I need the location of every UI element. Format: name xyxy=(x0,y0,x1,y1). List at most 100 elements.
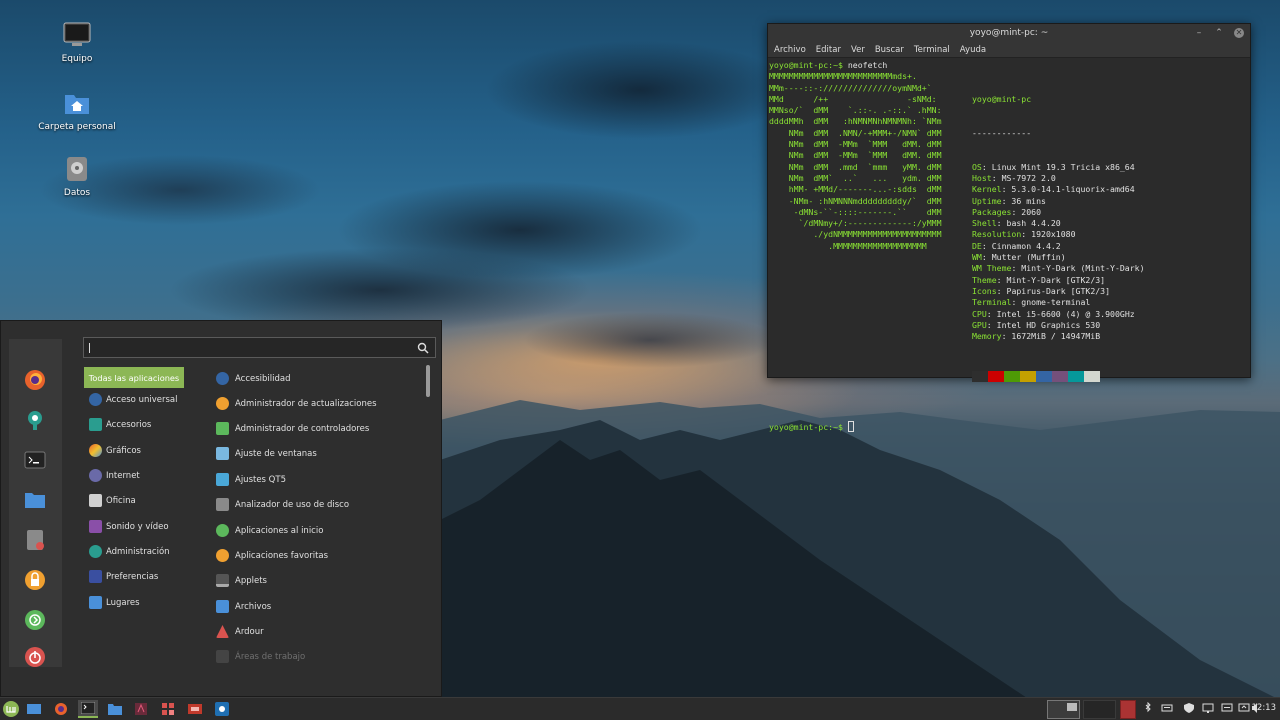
close-icon[interactable]: ✕ xyxy=(1234,28,1244,38)
files-icon[interactable] xyxy=(22,487,48,513)
terminal-icon[interactable] xyxy=(22,447,48,473)
desktop-icon-datos[interactable]: Datos xyxy=(32,156,122,198)
menu-ayuda[interactable]: Ayuda xyxy=(960,45,986,55)
ardour-icon xyxy=(216,625,229,638)
shutdown-icon[interactable] xyxy=(22,644,48,670)
app-aplicaciones-inicio[interactable]: Aplicaciones al inicio xyxy=(216,520,421,541)
window-settings-icon xyxy=(216,447,229,460)
keyboard-icon[interactable] xyxy=(1161,702,1173,714)
taskbar-files[interactable] xyxy=(105,700,125,718)
desktop-icon-home[interactable]: Carpeta personal xyxy=(32,90,122,132)
notifications-icon[interactable] xyxy=(1221,702,1233,714)
mint-menu-button[interactable] xyxy=(1,700,21,718)
firefox-icon[interactable] xyxy=(22,367,48,393)
clock[interactable]: 12:13 xyxy=(1252,703,1277,713)
menu-archivo[interactable]: Archivo xyxy=(774,45,806,55)
taskbar-app-b[interactable] xyxy=(158,700,178,718)
shield-icon[interactable] xyxy=(1183,702,1195,714)
category-accesorios[interactable]: Accesorios xyxy=(84,414,184,435)
category-preferencias[interactable]: Preferencias xyxy=(84,566,184,587)
info-key: Packages xyxy=(972,206,1012,217)
category-internet[interactable]: Internet xyxy=(84,465,184,486)
info-value: : 2060 xyxy=(1011,206,1042,217)
prompt: yoyo@mint-pc:~$ xyxy=(769,421,843,432)
app-a-icon xyxy=(135,703,147,715)
disk-usage-icon[interactable] xyxy=(22,527,48,553)
category-label: Lugares xyxy=(106,597,140,608)
info-key: Memory xyxy=(972,331,1002,342)
maximize-icon[interactable]: ⌃ xyxy=(1214,24,1224,42)
workspace-2[interactable] xyxy=(1083,700,1116,719)
workspaces-icon xyxy=(216,650,229,663)
terminal-output[interactable]: yoyo@mint-pc:~$ neofetch MMMMMMMMMMMMMMM… xyxy=(768,58,1250,435)
info-key: Shell xyxy=(972,218,997,229)
category-oficina[interactable]: Oficina xyxy=(84,490,184,511)
app-ajuste-ventanas[interactable]: Ajuste de ventanas xyxy=(216,443,421,464)
app-accesibilidad[interactable]: Accesibilidad xyxy=(216,368,421,389)
network-icon[interactable] xyxy=(1238,702,1250,714)
workspace-app-indicator[interactable] xyxy=(1120,700,1136,719)
taskbar-app-d[interactable] xyxy=(212,700,232,718)
info-key: DE xyxy=(972,240,982,251)
apps-scrollbar[interactable] xyxy=(426,365,430,397)
show-desktop-button[interactable] xyxy=(24,700,44,718)
info-value: : Intel HD Graphics 530 xyxy=(986,319,1101,330)
category-graficos[interactable]: Gráficos xyxy=(84,440,184,461)
app-areas-trabajo[interactable]: Áreas de trabajo xyxy=(216,646,421,667)
info-row: DE: Cinnamon 4.4.2 xyxy=(972,241,1145,252)
category-sonido-video[interactable]: Sonido y vídeo xyxy=(84,516,184,537)
app-administrador-controladores[interactable]: Administrador de controladores xyxy=(216,418,421,439)
app-label: Ajuste de ventanas xyxy=(235,448,317,459)
menu-editar[interactable]: Editar xyxy=(816,45,841,55)
app-c-icon xyxy=(188,704,202,714)
logo-line: NMm dMM -MMm `MMM dMM. dMM xyxy=(769,139,942,150)
taskbar-firefox[interactable] xyxy=(51,700,71,718)
app-administrador-actualizaciones[interactable]: Administrador de actualizaciones xyxy=(216,393,421,414)
menu-ver[interactable]: Ver xyxy=(851,45,865,55)
menu-terminal[interactable]: Terminal xyxy=(914,45,950,55)
app-b-icon xyxy=(162,703,174,715)
category-lugares[interactable]: Lugares xyxy=(84,592,184,613)
terminal-titlebar[interactable]: yoyo@mint-pc: ~ – ⌃ ✕ xyxy=(768,24,1250,42)
info-key: WM Theme xyxy=(972,263,1012,274)
display-icon[interactable] xyxy=(1202,702,1214,714)
logo-line: ddddMMh dMM :hNMNMNhNMNMNh: `NMm xyxy=(769,116,942,127)
palette-swatch xyxy=(1052,371,1068,383)
app-label: Aplicaciones favoritas xyxy=(235,550,329,561)
category-all[interactable]: Todas las aplicaciones xyxy=(84,367,184,388)
search-input[interactable] xyxy=(83,337,436,358)
app-analizador-disco[interactable]: Analizador de uso de disco xyxy=(216,494,421,515)
category-label: Acceso universal xyxy=(106,394,178,405)
app-applets[interactable]: Applets xyxy=(216,570,421,591)
app-ajustes-qt5[interactable]: Ajustes QT5 xyxy=(216,469,421,490)
menu-buscar[interactable]: Buscar xyxy=(875,45,904,55)
minimize-icon[interactable]: – xyxy=(1194,24,1204,42)
info-row: Packages: 2060 xyxy=(972,207,1145,218)
app-d-icon xyxy=(215,702,229,716)
lock-screen-icon[interactable] xyxy=(22,567,48,593)
mintinstall-icon[interactable] xyxy=(22,407,48,433)
taskbar-terminal[interactable] xyxy=(78,700,98,718)
app-ardour[interactable]: Ardour xyxy=(216,621,421,642)
logo-line: MMd /++ -sNMd: xyxy=(769,93,937,104)
category-acceso-universal[interactable]: Acceso universal xyxy=(84,389,184,410)
taskbar-app-c[interactable] xyxy=(185,700,205,718)
taskbar-app-a[interactable] xyxy=(131,700,151,718)
category-label: Administración xyxy=(106,546,170,557)
favorites-sidebar xyxy=(9,339,62,667)
category-label: Internet xyxy=(106,470,140,481)
places-icon xyxy=(89,596,102,609)
app-aplicaciones-favoritas[interactable]: Aplicaciones favoritas xyxy=(216,545,421,566)
app-archivos[interactable]: Archivos xyxy=(216,596,421,617)
app-label: Applets xyxy=(235,575,267,586)
workspace-1[interactable] xyxy=(1047,700,1080,719)
category-administracion[interactable]: Administración xyxy=(84,541,184,562)
favorite-apps-icon xyxy=(216,549,229,562)
bluetooth-icon[interactable] xyxy=(1142,702,1154,714)
applets-icon xyxy=(216,574,229,587)
desktop-icon-equipo[interactable]: Equipo xyxy=(32,22,122,64)
terminal-window[interactable]: yoyo@mint-pc: ~ – ⌃ ✕ Archivo Editar Ver… xyxy=(767,23,1251,432)
firefox-icon xyxy=(55,703,67,715)
logo-line: .MMMMMMMMMMMMMMMMMMM xyxy=(769,240,927,251)
logout-icon[interactable] xyxy=(22,607,48,633)
